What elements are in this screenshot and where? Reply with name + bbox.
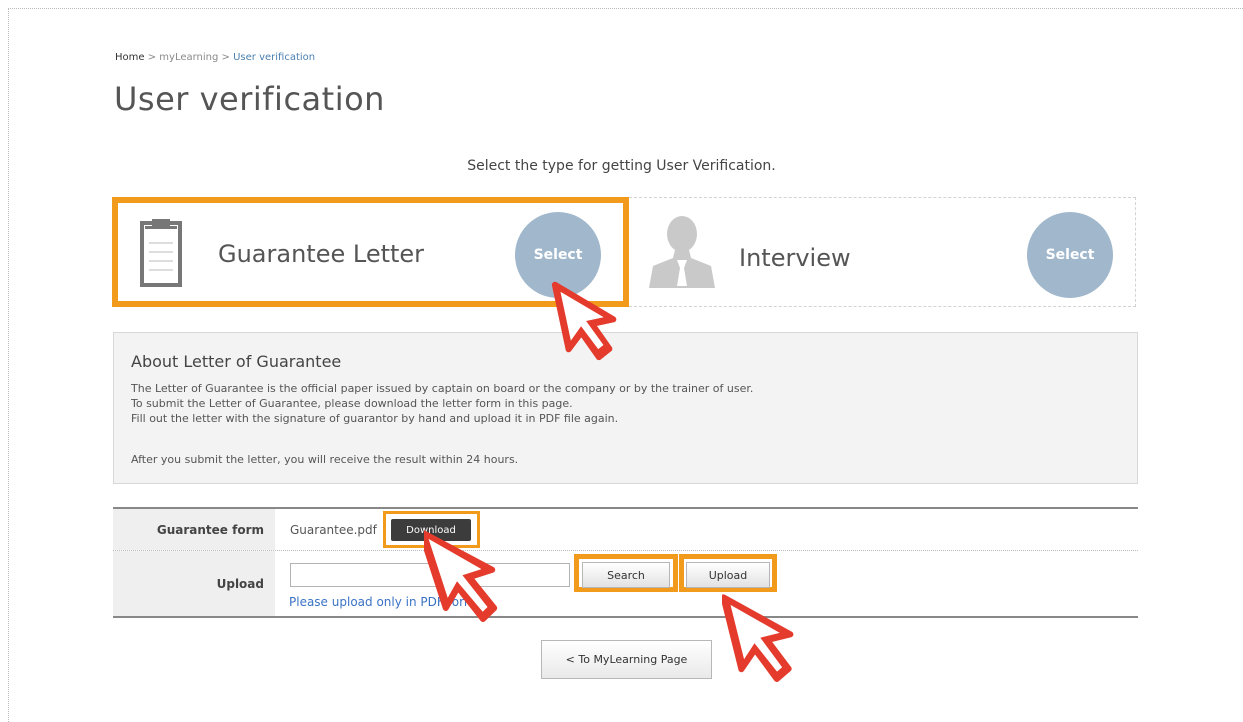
info-line: Fill out the letter with the signature o… [131,412,619,425]
info-note: After you submit the letter, you will re… [131,453,519,466]
cursor-arrow-icon [424,528,498,623]
instruction-text: Select the type for getting User Verific… [467,158,776,174]
breadcrumb-separator: > [144,52,160,63]
breadcrumb-current: User verification [233,52,316,63]
upload-label: Upload [113,551,275,616]
info-title: About Letter of Guarantee [131,352,342,371]
select-interview-button[interactable]: Select [1027,212,1113,298]
to-mylearning-button[interactable]: < To MyLearning Page [541,640,712,679]
search-button[interactable]: Search [582,562,670,588]
option-title: Guarantee Letter [218,240,425,268]
info-description: The Letter of Guarantee is the official … [131,381,753,426]
cursor-arrow-icon [722,594,794,682]
table-row-guarantee-form: Guarantee form Guarantee.pdf Download [113,509,1138,551]
breadcrumb: Home > myLearning > User verification [115,52,315,63]
page-title: User verification [114,80,385,118]
breadcrumb-mylearning[interactable]: myLearning [159,52,218,63]
guarantee-filename: Guarantee.pdf [290,523,377,537]
breadcrumb-separator: > [218,52,234,63]
info-line: To submit the Letter of Guarantee, pleas… [131,397,573,410]
person-icon [649,216,715,288]
table-row-upload: Upload Please upload only in PDF format.… [113,551,1138,616]
cursor-arrow-icon [551,281,617,361]
info-line: The Letter of Guarantee is the official … [131,382,754,395]
form-table: Guarantee form Guarantee.pdf Download Up… [113,507,1138,618]
guarantee-form-label: Guarantee form [113,509,275,550]
option-title: Interview [739,244,851,272]
clipboard-icon [140,219,182,287]
option-interview[interactable]: Interview Select [629,197,1136,307]
page-frame-top [8,8,1243,9]
page-frame-left [8,8,9,722]
breadcrumb-home[interactable]: Home [115,52,145,63]
